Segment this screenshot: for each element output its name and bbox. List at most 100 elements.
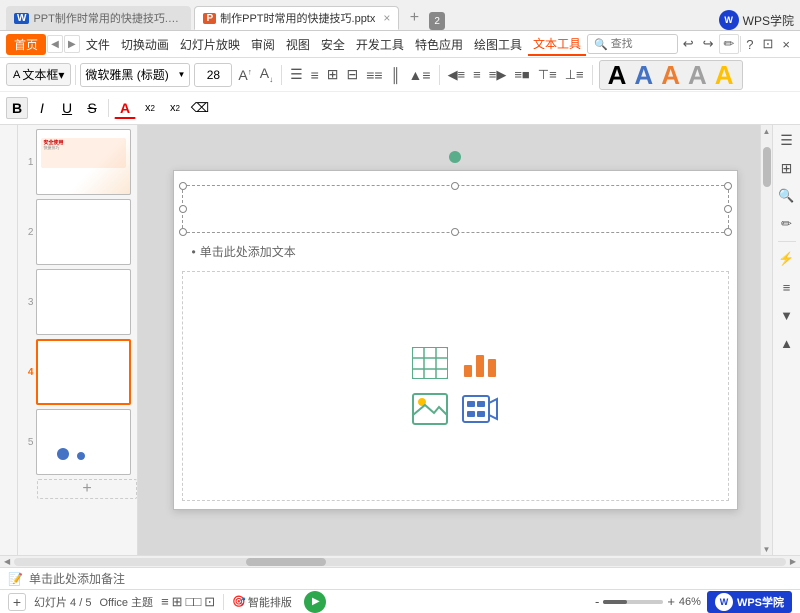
toolbar-icon5[interactable]: ⊡ <box>759 35 778 53</box>
handle-bm[interactable] <box>451 228 459 236</box>
zoom-in-btn[interactable]: + <box>667 594 675 609</box>
text-style-orange[interactable]: A <box>661 62 680 88</box>
note-bar[interactable]: 📝 单击此处添加备注 <box>0 567 800 589</box>
hscroll-track[interactable] <box>14 558 786 566</box>
valign-mid-btn[interactable]: ⊥≡ <box>563 67 586 83</box>
text-style-blue[interactable]: A <box>634 62 653 88</box>
toolbar-icon6[interactable]: × <box>778 36 794 53</box>
zoom-out-btn[interactable]: - <box>595 594 599 609</box>
right-panel-icon5[interactable]: ⚡ <box>776 248 798 270</box>
bold-btn[interactable]: B <box>6 97 28 119</box>
font-family-select[interactable]: 微软雅黑 (标题) ▼ <box>80 63 190 87</box>
right-panel-icon2[interactable]: ⊞ <box>776 157 798 179</box>
eraser-btn[interactable]: ⌫ <box>189 97 211 119</box>
valign-top-btn[interactable]: ⊤≡ <box>536 67 559 83</box>
font-shrink-btn[interactable]: A↓ <box>258 65 275 84</box>
right-panel-icon7[interactable]: ▼ <box>776 304 798 326</box>
play-slideshow-btn[interactable]: ▶ <box>304 591 326 613</box>
right-panel-icon1[interactable]: ☰ <box>776 129 798 151</box>
menu-item-drawtool[interactable]: 绘图工具 <box>469 34 527 55</box>
slide-thumb-3[interactable] <box>36 269 131 335</box>
hscroll-left-btn[interactable]: ◀ <box>4 557 10 566</box>
menu-item-review[interactable]: 审阅 <box>246 34 280 55</box>
right-panel-icon4[interactable]: ✏ <box>776 213 798 235</box>
toolbar-icon2[interactable]: ↪ <box>699 35 718 53</box>
toolbar-icon4[interactable]: ? <box>742 36 757 53</box>
menu-item-special[interactable]: 特色应用 <box>410 34 468 55</box>
view-icon2[interactable]: ⊞ <box>172 594 183 610</box>
home-menu-btn[interactable]: 首页 <box>6 34 46 55</box>
menu-item-slideshow[interactable]: 幻灯片放映 <box>175 34 245 55</box>
outdent-btn[interactable]: ⊟ <box>345 66 361 83</box>
menu-item-devtools[interactable]: 开发工具 <box>351 34 409 55</box>
text-frame-btn[interactable]: A 文本框▾ <box>6 63 71 86</box>
tab-docx[interactable]: W PPT制作时常用的快捷技巧.docx <box>6 6 191 30</box>
handle-bl[interactable] <box>179 228 187 236</box>
zoom-slider[interactable] <box>603 600 663 604</box>
tab-pptx[interactable]: P 制作PPT时常用的快捷技巧.pptx × <box>194 6 399 30</box>
text-style-gold[interactable]: A <box>715 62 734 88</box>
indent-btn[interactable]: ⊞ <box>325 66 341 83</box>
text-selection-box[interactable] <box>182 185 729 233</box>
add-note-label[interactable]: 单击此处添加备注 <box>29 570 125 587</box>
menu-item-security[interactable]: 安全 <box>316 34 350 55</box>
hscrollbar[interactable]: ◀ ▶ <box>0 555 800 567</box>
insert-image-icon[interactable] <box>410 391 450 427</box>
linespace-btn[interactable]: ▲≡ <box>407 67 433 83</box>
wps-promo-btn[interactable]: W WPS学院 <box>707 591 792 613</box>
add-text-placeholder[interactable]: • 单击此处添加文本 <box>192 243 296 260</box>
slide-thumb-2[interactable] <box>36 199 131 265</box>
slide-thumb-5[interactable] <box>36 409 131 475</box>
toolbar-icon1[interactable]: ↩ <box>679 35 698 53</box>
slide-thumb-4[interactable] <box>36 339 131 405</box>
handle-mr[interactable] <box>724 205 732 213</box>
add-slide-panel-btn[interactable]: + <box>37 479 137 499</box>
column-btn[interactable]: ║ <box>389 67 403 83</box>
right-panel-icon8[interactable]: ▲ <box>776 332 798 354</box>
right-panel-icon6[interactable]: ≡ <box>776 276 798 298</box>
text-style-gray[interactable]: A <box>688 62 707 88</box>
subscript-btn[interactable]: x2 <box>164 97 186 119</box>
menu-item-switch[interactable]: 切换动画 <box>116 34 174 55</box>
view-icon3[interactable]: □□ <box>186 594 202 610</box>
toolbar-icon3[interactable]: ✏ <box>719 34 740 54</box>
font-size-select[interactable]: 28 <box>194 63 232 87</box>
rotate-handle[interactable] <box>449 151 461 163</box>
spacing-btn[interactable]: ≡≡ <box>364 67 384 83</box>
add-tab-btn[interactable]: + <box>402 6 426 30</box>
align-left-btn[interactable]: ◀≡ <box>446 67 468 83</box>
view-icon1[interactable]: ≡ <box>161 594 169 610</box>
menu-item-view[interactable]: 视图 <box>281 34 315 55</box>
view-icon4[interactable]: ⊡ <box>204 594 215 610</box>
wps-academy-btn[interactable]: W WPS学院 <box>719 10 794 30</box>
nav-back-btn[interactable]: ◀ <box>47 35 63 53</box>
underline-btn[interactable]: U <box>56 97 78 119</box>
menu-item-file[interactable]: 文件 <box>81 34 115 55</box>
font-grow-btn[interactable]: A↑ <box>236 67 253 83</box>
align-center-btn[interactable]: ≡ <box>471 67 483 82</box>
italic-btn[interactable]: I <box>31 97 53 119</box>
numbered-list-btn[interactable]: ≡ <box>309 67 321 83</box>
vscroll-down-btn[interactable]: ▼ <box>761 543 773 555</box>
canvas-vscrollbar[interactable]: ▲ ▼ <box>760 125 772 555</box>
menu-item-texttool[interactable]: 文本工具 <box>528 33 586 56</box>
search-input[interactable] <box>611 38 671 50</box>
nav-forward-btn[interactable]: ▶ <box>64 35 80 53</box>
handle-tl[interactable] <box>179 182 187 190</box>
right-panel-icon3[interactable]: 🔍 <box>776 185 798 207</box>
insert-video-icon[interactable] <box>460 391 500 427</box>
handle-tr[interactable] <box>724 182 732 190</box>
hscroll-thumb[interactable] <box>246 558 326 566</box>
add-slide-status-btn[interactable]: + <box>8 593 26 611</box>
handle-tm[interactable] <box>451 182 459 190</box>
superscript-btn[interactable]: x2 <box>139 97 161 119</box>
align-right-btn[interactable]: ≡▶ <box>487 67 509 83</box>
vscroll-track[interactable] <box>762 137 772 543</box>
bullet-list-btn[interactable]: ☰ <box>288 66 305 83</box>
align-justify-btn[interactable]: ≡■ <box>512 67 531 82</box>
insert-chart-icon[interactable] <box>460 345 500 381</box>
smart-sort-btn[interactable]: 🎯 智能排版 <box>232 594 292 610</box>
font-color-btn[interactable]: A <box>114 97 136 119</box>
vscroll-up-btn[interactable]: ▲ <box>761 125 773 137</box>
tab2-close[interactable]: × <box>383 11 390 25</box>
